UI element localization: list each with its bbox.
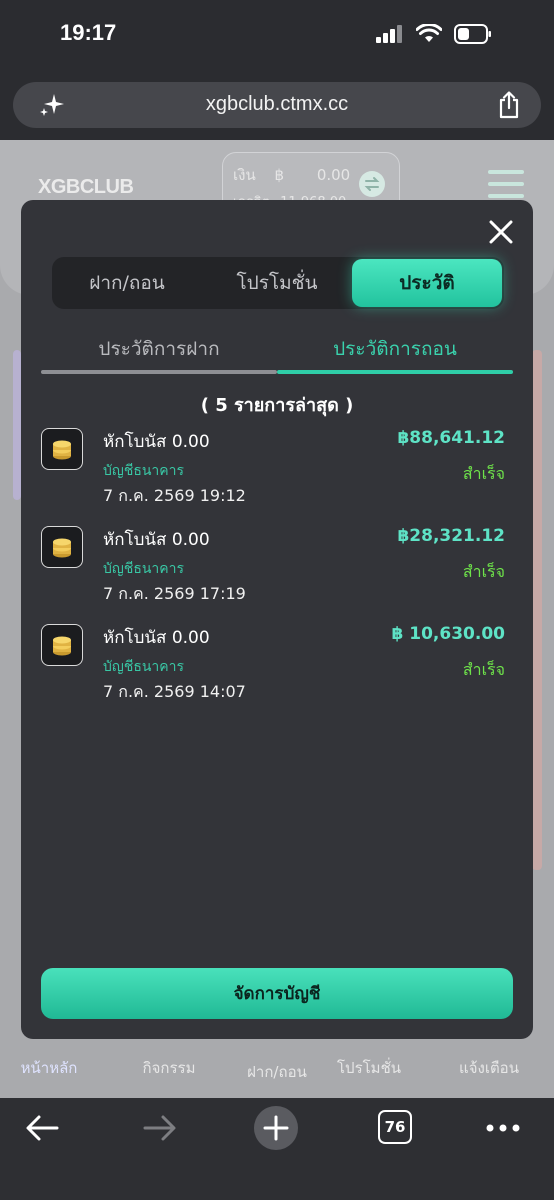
transaction-row[interactable]: หักโบนัส 0.00 บัญชีธนาคาร 7 ก.ค. 2569 19… xyxy=(41,428,513,518)
transaction-amount: ฿ 10,630.00 xyxy=(391,624,505,644)
new-tab-button[interactable] xyxy=(253,1105,299,1151)
subtab-withdraw-history[interactable]: ประวัติการถอน xyxy=(277,334,513,364)
nav-home: หน้าหลัก xyxy=(20,1059,78,1077)
status-bar: 19:17 xyxy=(0,0,554,70)
tab-count: 76 xyxy=(384,1118,406,1136)
subtab-deposit-history[interactable]: ประวัติการฝาก xyxy=(41,334,277,364)
site-logo: XGBCLUB xyxy=(38,176,134,198)
browser-toolbar: 76 xyxy=(0,1098,554,1200)
manage-account-button[interactable]: จัดการบัญชี xyxy=(41,968,513,1019)
back-arrow-icon xyxy=(26,1115,59,1141)
transaction-title: หักโบนัส 0.00 xyxy=(103,432,210,452)
tab-deposit-withdraw[interactable]: ฝาก/ถอน xyxy=(52,257,202,309)
more-button[interactable] xyxy=(486,1110,520,1146)
coin-icon xyxy=(41,624,83,666)
transaction-bank: บัญชีธนาคาร xyxy=(103,659,185,675)
wallet-row: เงิน ฿ 0.00 xyxy=(233,163,350,187)
background-card xyxy=(532,350,542,870)
wallet-currency: ฿ xyxy=(274,166,285,184)
subtab-indicator-active xyxy=(277,370,513,374)
status-time: 19:17 xyxy=(60,20,117,45)
coin-icon xyxy=(41,526,83,568)
transaction-row[interactable]: หักโบนัส 0.00 บัญชีธนาคาร 7 ก.ค. 2569 14… xyxy=(41,624,513,714)
transaction-bank: บัญชีธนาคาร xyxy=(103,561,185,577)
transaction-date: 7 ก.ค. 2569 19:12 xyxy=(103,486,246,505)
share-icon[interactable] xyxy=(497,91,521,119)
main-tabs: ฝาก/ถอน โปรโมชั่น ประวัติ xyxy=(52,257,504,309)
nav-notification: แจ้งเตือน xyxy=(459,1059,519,1077)
transaction-status: สำเร็จ xyxy=(462,660,505,679)
transaction-amount: ฿28,321.12 xyxy=(397,526,505,546)
transaction-status: สำเร็จ xyxy=(462,562,505,581)
subtab-indicator xyxy=(41,370,277,374)
recent-caption: ( 5 รายการล่าสุด ) xyxy=(200,395,354,416)
plus-icon xyxy=(254,1106,298,1150)
tab-promotion[interactable]: โปรโมชั่น xyxy=(202,257,352,309)
forward-button[interactable] xyxy=(140,1110,180,1146)
transaction-date: 7 ก.ค. 2569 14:07 xyxy=(103,682,246,701)
wallet-value: 0.00 xyxy=(316,166,351,184)
transaction-title: หักโบนัส 0.00 xyxy=(103,530,210,550)
back-button[interactable] xyxy=(22,1110,62,1146)
coin-icon xyxy=(41,428,83,470)
url-text[interactable]: xgbclub.ctmx.cc xyxy=(13,93,541,116)
wifi-icon xyxy=(416,24,442,42)
address-bar[interactable]: xgbclub.ctmx.cc xyxy=(13,82,541,128)
swap-icon xyxy=(359,171,385,197)
nav-promotion: โปรโมชั่น xyxy=(336,1059,401,1077)
history-modal: ฝาก/ถอน โปรโมชั่น ประวัติ ประวัติการฝาก … xyxy=(21,200,533,1039)
transaction-title: หักโบนัส 0.00 xyxy=(103,628,210,648)
signal-icon xyxy=(376,25,402,43)
tab-history[interactable]: ประวัติ xyxy=(352,259,502,307)
transaction-date: 7 ก.ค. 2569 17:19 xyxy=(103,584,246,603)
transaction-bank: บัญชีธนาคาร xyxy=(103,463,185,479)
tabs-button[interactable]: 76 xyxy=(378,1110,412,1144)
background-card xyxy=(13,350,21,500)
wallet-label: เงิน xyxy=(233,166,256,184)
more-dots-icon xyxy=(486,1124,520,1132)
battery-icon xyxy=(454,24,491,44)
transaction-row[interactable]: หักโบนัส 0.00 บัญชีธนาคาร 7 ก.ค. 2569 17… xyxy=(41,526,513,616)
nav-activity: กิจกรรม xyxy=(142,1059,196,1077)
menu-icon xyxy=(488,170,524,200)
close-icon[interactable] xyxy=(485,216,517,248)
status-icons xyxy=(376,24,492,44)
transaction-amount: ฿88,641.12 xyxy=(397,428,505,448)
transaction-status: สำเร็จ xyxy=(462,464,505,483)
forward-arrow-icon xyxy=(143,1115,176,1141)
